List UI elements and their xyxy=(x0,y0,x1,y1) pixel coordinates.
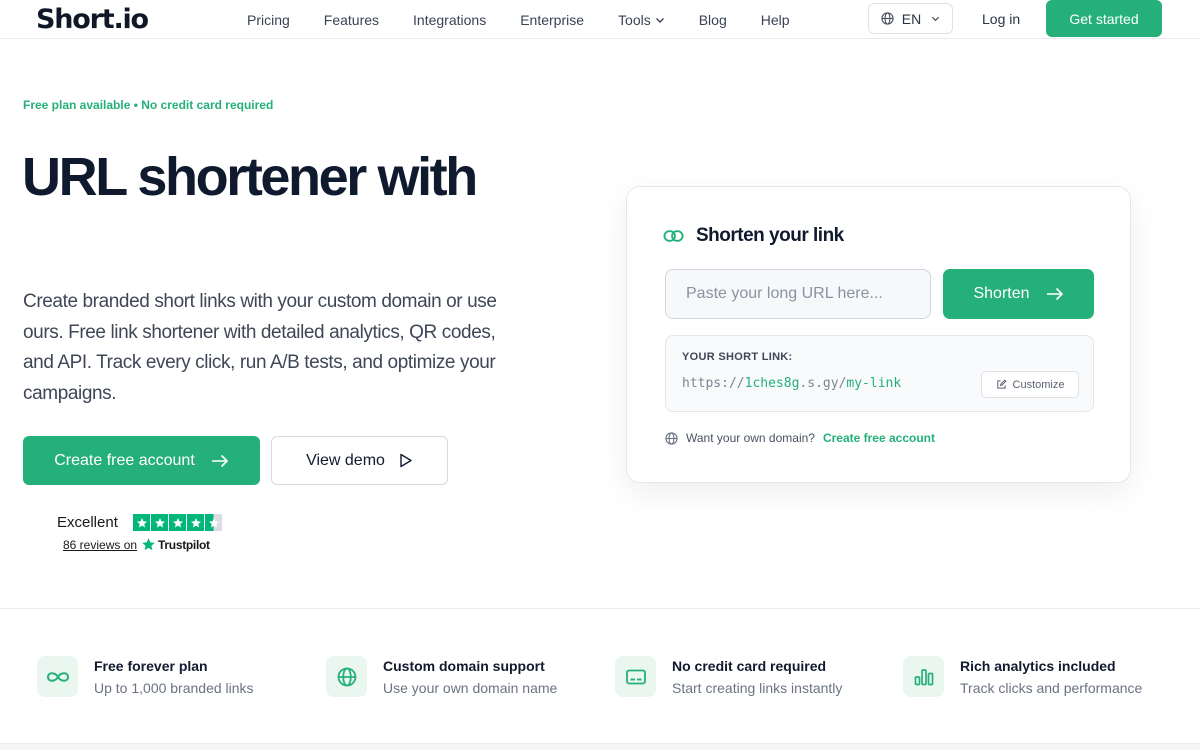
logo-mark: S xyxy=(34,3,55,35)
chevron-down-icon xyxy=(655,17,664,23)
star-icon xyxy=(169,514,186,531)
shorten-card: Shorten your link Shorten YOUR SHORT LIN… xyxy=(626,186,1131,483)
language-label: EN xyxy=(901,10,922,27)
infinity-icon xyxy=(46,671,69,682)
features-strip: Free forever plan Up to 1,000 branded li… xyxy=(0,608,1200,744)
nav-link-pricing[interactable]: Pricing xyxy=(247,12,290,28)
next-section-edge xyxy=(0,744,1200,750)
get-started-button[interactable]: Get started xyxy=(1046,0,1162,37)
feature-free-plan: Free forever plan Up to 1,000 branded li… xyxy=(37,656,254,697)
create-free-account-link[interactable]: Create free account xyxy=(823,431,935,445)
globe-icon xyxy=(881,12,894,25)
edit-icon xyxy=(996,379,1007,389)
feature-text: Custom domain support Use your own domai… xyxy=(383,656,557,697)
feature-title: Custom domain support xyxy=(383,658,545,674)
feature-analytics: Rich analytics included Track clicks and… xyxy=(903,656,1142,697)
short-link-result: YOUR SHORT LINK: https://1ches8g.s.gy/my… xyxy=(665,335,1094,412)
feature-title: Free forever plan xyxy=(94,658,208,674)
card-title: Shorten your link xyxy=(663,225,844,247)
feature-no-credit-card: No credit card required Start creating l… xyxy=(615,656,842,697)
trustpilot-stars xyxy=(133,514,223,531)
play-icon xyxy=(400,453,412,468)
feature-icon-box xyxy=(326,656,367,697)
feature-icon-box xyxy=(903,656,944,697)
feature-subtitle: Track clicks and performance xyxy=(960,680,1143,696)
feature-text: Free forever plan Up to 1,000 branded li… xyxy=(94,656,254,697)
trustpilot-star-icon xyxy=(142,538,155,551)
feature-subtitle: Up to 1,000 branded links xyxy=(94,680,254,696)
globe-icon xyxy=(337,667,356,686)
nav-links: Pricing Features Integrations Enterprise… xyxy=(247,0,824,39)
feature-title: Rich analytics included xyxy=(960,658,1116,674)
feature-text: Rich analytics included Track clicks and… xyxy=(960,656,1142,697)
short-link-label: YOUR SHORT LINK: xyxy=(682,351,793,363)
feature-custom-domain: Custom domain support Use your own domai… xyxy=(326,656,557,697)
bar-chart-icon xyxy=(914,668,933,685)
own-domain-text: Want your own domain? xyxy=(686,431,815,445)
create-free-account-label: Create free account xyxy=(54,451,195,469)
arrow-right-icon xyxy=(211,454,228,467)
trustpilot-logo: Trustpilot xyxy=(141,537,210,552)
nav-link-enterprise[interactable]: Enterprise xyxy=(520,12,584,28)
nav-link-help[interactable]: Help xyxy=(761,12,790,28)
short-link-url[interactable]: https://1ches8g.s.gy/my-link xyxy=(682,376,901,391)
long-url-input[interactable] xyxy=(665,269,931,319)
star-icon xyxy=(187,514,204,531)
feature-icon-box xyxy=(615,656,656,697)
nav-link-features[interactable]: Features xyxy=(324,12,379,28)
login-link[interactable]: Log in xyxy=(982,11,1020,27)
credit-card-icon xyxy=(625,669,646,684)
view-demo-button[interactable]: View demo xyxy=(271,436,448,485)
free-plan-badge: Free plan available • No credit card req… xyxy=(23,98,274,112)
link-icon xyxy=(663,230,684,242)
logo-text: hort.io xyxy=(54,3,149,35)
customize-label: Customize xyxy=(1012,378,1065,391)
half-star-icon xyxy=(205,514,222,531)
trustpilot-brand: Trustpilot xyxy=(158,537,210,552)
url-protocol: https:// xyxy=(682,376,745,391)
star-icon xyxy=(133,514,150,531)
feature-icon-box xyxy=(37,656,78,697)
feature-subtitle: Use your own domain name xyxy=(383,680,558,696)
top-nav: Short.io Pricing Features Integrations E… xyxy=(0,0,1200,39)
shorten-label: Shorten xyxy=(973,285,1030,302)
nav-link-integrations[interactable]: Integrations xyxy=(413,12,486,28)
url-subdomain: 1ches8g xyxy=(744,376,800,391)
trustpilot-rating-label: Excellent xyxy=(57,514,118,531)
feature-subtitle: Start creating links instantly xyxy=(672,680,843,696)
nav-link-blog[interactable]: Blog xyxy=(699,12,727,28)
star-icon xyxy=(151,514,168,531)
nav-link-tools[interactable]: Tools xyxy=(618,12,665,28)
arrow-right-icon xyxy=(1046,287,1063,301)
view-demo-label: View demo xyxy=(306,451,385,469)
language-selector[interactable]: EN xyxy=(868,3,953,34)
chevron-down-icon xyxy=(932,16,940,22)
trustpilot-review-count: 86 reviews on xyxy=(63,537,138,552)
url-path: my-link xyxy=(846,376,902,391)
card-title-text: Shorten your link xyxy=(696,225,844,246)
trustpilot-reviews[interactable]: 86 reviews on Trustpilot xyxy=(63,537,210,552)
globe-icon xyxy=(665,431,678,445)
create-free-account-button[interactable]: Create free account xyxy=(23,436,260,485)
shorten-button[interactable]: Shorten xyxy=(943,269,1094,319)
hero-title: URL shortener with xyxy=(22,147,478,207)
feature-text: No credit card required Start creating l… xyxy=(672,656,842,697)
feature-title: No credit card required xyxy=(672,658,827,674)
url-host: s.gy xyxy=(807,376,839,391)
customize-button[interactable]: Customize xyxy=(981,371,1079,398)
nav-link-tools-label: Tools xyxy=(618,11,651,28)
logo[interactable]: Short.io xyxy=(34,3,149,35)
own-domain-prompt: Want your own domain? Create free accoun… xyxy=(665,431,935,445)
hero-description: Create branded short links with your cus… xyxy=(23,291,497,404)
